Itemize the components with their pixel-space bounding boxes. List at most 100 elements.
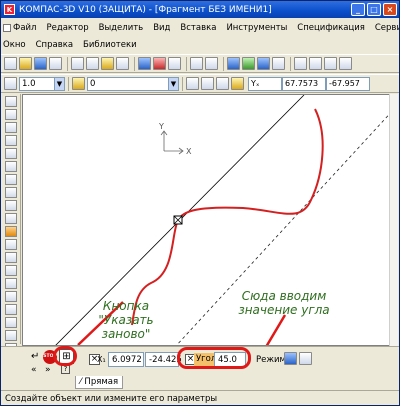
point-x-field[interactable]: 6.0972: [108, 352, 144, 367]
mode-one-line-icon[interactable]: [284, 352, 297, 365]
redo-icon[interactable]: [205, 57, 218, 70]
kompas-window: K КОМПАС-3D V10 (ЗАЩИТА) - [Фрагмент БЕЗ…: [0, 0, 400, 406]
circle-icon[interactable]: [5, 265, 17, 276]
help-icon[interactable]: ?: [61, 365, 70, 374]
menu-row-2: Окно Справка Библиотеки: [1, 36, 399, 53]
toolbar-separator: [67, 56, 68, 71]
point-y-field[interactable]: -24.425: [145, 352, 182, 367]
status-bar: Создайте объект или измените его парамет…: [1, 390, 399, 405]
layer-combo[interactable]: 0 ▼: [87, 76, 179, 91]
menu-libraries[interactable]: Библиотеки: [83, 40, 137, 50]
menu-select[interactable]: Выделить: [99, 23, 144, 33]
point-icon[interactable]: [5, 239, 17, 250]
dimensions-icon[interactable]: [5, 109, 17, 120]
ellipse-icon[interactable]: [5, 291, 17, 302]
toolbar-separator: [186, 56, 187, 71]
snap-icon[interactable]: [231, 77, 244, 90]
menu-insert[interactable]: Вставка: [180, 23, 216, 33]
annotation-arrow-right: [265, 314, 287, 345]
ortho-icon[interactable]: [216, 77, 229, 90]
zoom-window-icon[interactable]: [324, 57, 337, 70]
properties-tabstrip: ⁄ Прямая: [1, 376, 399, 389]
menu-file[interactable]: Файл: [3, 23, 36, 33]
menu-service[interactable]: Сервис: [375, 23, 399, 33]
kompas-app-icon: K: [4, 4, 15, 15]
coord-x-field[interactable]: 67.7573: [282, 76, 326, 91]
highlight-respecify: [53, 346, 77, 366]
layer-icon[interactable]: [72, 77, 85, 90]
vertical-scrollbar[interactable]: [389, 94, 398, 346]
tangent-line-icon[interactable]: [5, 226, 17, 237]
enter-icon[interactable]: ↵: [31, 351, 39, 362]
x-label: X₁: [97, 355, 106, 364]
save-icon[interactable]: [34, 57, 47, 70]
manager-icon[interactable]: [227, 57, 240, 70]
arc-icon[interactable]: [5, 278, 17, 289]
pan-icon[interactable]: [339, 57, 352, 70]
drawing-canvas[interactable]: Y X: [22, 94, 395, 346]
coord-y-label: Yₓ: [248, 76, 282, 91]
copy-icon[interactable]: [86, 57, 99, 70]
select-icon[interactable]: [5, 174, 17, 185]
undo-icon[interactable]: [190, 57, 203, 70]
print-icon[interactable]: [49, 57, 62, 70]
axis-x-label: X: [186, 147, 192, 156]
properties-icon[interactable]: [138, 57, 151, 70]
insert-elements-icon[interactable]: [5, 213, 17, 224]
menu-specification[interactable]: Спецификация: [297, 23, 365, 33]
panel-next-icon[interactable]: »: [45, 365, 51, 375]
help-icon[interactable]: [272, 57, 285, 70]
grid-icon[interactable]: [168, 57, 181, 70]
close-button[interactable]: ×: [383, 3, 397, 16]
maximize-button[interactable]: □: [367, 3, 381, 16]
measure-icon[interactable]: [5, 161, 17, 172]
reports-icon[interactable]: [5, 200, 17, 211]
menu-editor[interactable]: Редактор: [46, 23, 88, 33]
properties-panel: ↵ STOP ⊞ « » ? × X₁ 6.0972 -24.425 × Уго…: [1, 346, 399, 376]
parametrization-icon[interactable]: [5, 148, 17, 159]
library-icon[interactable]: [242, 57, 255, 70]
document-icon: [3, 23, 11, 32]
symbols-icon[interactable]: [5, 122, 17, 133]
menu-view[interactable]: Вид: [153, 23, 170, 33]
zoom-in-icon[interactable]: [294, 57, 307, 70]
menu-bar: Файл Редактор Выделить Вид Вставка Инстр…: [1, 19, 399, 53]
mode-all-lines-icon[interactable]: [299, 352, 312, 365]
cut-icon[interactable]: [71, 57, 84, 70]
menu-help[interactable]: Справка: [36, 40, 73, 50]
menu-row-1: Файл Редактор Выделить Вид Вставка Инстр…: [1, 19, 399, 36]
axis-y-label: Y: [158, 122, 164, 131]
local-cs-icon[interactable]: [201, 77, 214, 90]
annotation-right-text: Сюда вводим значение угла: [238, 289, 330, 317]
toolbar-separator: [290, 56, 291, 71]
polygon-icon[interactable]: [5, 330, 17, 341]
panel-prev-icon[interactable]: «: [31, 365, 37, 375]
toolbar-separator: [182, 76, 183, 91]
minimize-button[interactable]: _: [351, 3, 365, 16]
toolbar-separator: [223, 56, 224, 71]
new-file-icon[interactable]: [4, 57, 17, 70]
rectangle-icon[interactable]: [5, 317, 17, 328]
spec-icon[interactable]: [5, 187, 17, 198]
coord-y-field[interactable]: -67.957: [326, 76, 370, 91]
coordinate-system-icon: [160, 130, 184, 155]
magnet-icon[interactable]: [153, 57, 166, 70]
grid-step-icon[interactable]: [186, 77, 199, 90]
window-title: КОМПАС-3D V10 (ЗАЩИТА) - [Фрагмент БЕЗ И…: [19, 4, 272, 15]
menu-window[interactable]: Окно: [3, 40, 26, 50]
line-icon[interactable]: [5, 252, 17, 263]
tab-line[interactable]: ⁄ Прямая: [75, 376, 124, 389]
geometry-icon[interactable]: [5, 96, 17, 107]
zoom-out-icon[interactable]: [309, 57, 322, 70]
annotation-reset-button: Кнопка "Указать заново": [81, 299, 171, 341]
spline-icon[interactable]: [5, 304, 17, 315]
paste-icon[interactable]: [101, 57, 114, 70]
linewidth-combo[interactable]: 1.0 ▼: [19, 76, 65, 91]
line-style-icon[interactable]: [4, 77, 17, 90]
open-file-icon[interactable]: [19, 57, 32, 70]
menu-tools[interactable]: Инструменты: [226, 23, 287, 33]
format-icon[interactable]: [116, 57, 129, 70]
edit-icon[interactable]: [5, 135, 17, 146]
toolbar-separator: [134, 56, 135, 71]
variables-icon[interactable]: [257, 57, 270, 70]
